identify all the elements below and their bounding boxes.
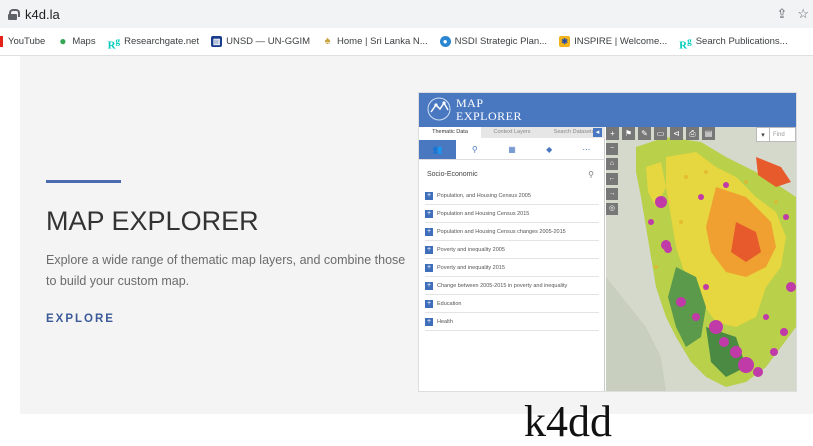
bookmark-researchgate[interactable]: Rg Researchgate.net bbox=[107, 36, 200, 52]
forward-icon[interactable]: → bbox=[606, 188, 618, 200]
home-icon: ♠ bbox=[324, 35, 331, 47]
draw-icon[interactable]: ✎ bbox=[638, 127, 651, 140]
maps-icon: ● bbox=[59, 34, 67, 48]
plus-icon: + bbox=[425, 317, 433, 326]
hero-description: Explore a wide range of thematic map lay… bbox=[46, 253, 406, 288]
category-icon-row: 👥 ⚲ ▦ ◆ ⋯ bbox=[419, 140, 605, 160]
share-map-icon[interactable]: ⊲ bbox=[670, 127, 683, 140]
list-item[interactable]: + Population and Housing Census changes 2… bbox=[425, 223, 599, 241]
plus-icon: + bbox=[425, 191, 433, 200]
list-item[interactable]: + Health bbox=[425, 313, 599, 331]
plus-icon: + bbox=[425, 245, 433, 254]
zoom-in-icon[interactable]: + bbox=[606, 127, 619, 140]
export-icon[interactable]: ▤ bbox=[702, 127, 715, 140]
hero-section: MAP EXPLORER Explore a wide range of the… bbox=[20, 56, 813, 414]
map-app-header: MAP EXPLORER bbox=[419, 93, 796, 127]
map-explorer-preview[interactable]: MAP EXPLORER Thematic Data Context Layer… bbox=[419, 93, 796, 391]
layer-label: Population, and Housing Census 2005 bbox=[437, 192, 531, 199]
map-logo-icon bbox=[427, 97, 451, 121]
list-item[interactable]: + Population, and Housing Census 2005 bbox=[425, 187, 599, 205]
bookmark-label: Home | Sri Lanka N... bbox=[337, 36, 428, 47]
list-item[interactable]: + Population and Housing Census 2015 bbox=[425, 205, 599, 223]
back-icon[interactable]: ← bbox=[606, 173, 618, 185]
bookmark-maps[interactable]: ● Maps bbox=[57, 34, 96, 48]
panel-collapse-icon[interactable]: ◂ bbox=[593, 128, 602, 137]
home-extent-icon[interactable]: ⌂ bbox=[606, 158, 618, 170]
bookmark-nsdi[interactable]: ● NSDI Strategic Plan... bbox=[439, 36, 548, 47]
layer-label: Health bbox=[437, 318, 453, 325]
lock-icon bbox=[8, 8, 20, 20]
page-title: MAP EXPLORER bbox=[46, 206, 259, 236]
plus-icon: + bbox=[425, 281, 433, 290]
accent-bar bbox=[46, 180, 121, 183]
measure-icon[interactable]: ▭ bbox=[654, 127, 667, 140]
bookmark-search-publications[interactable]: Rg Search Publications... bbox=[679, 36, 788, 52]
pin-icon[interactable]: ⚑ bbox=[622, 127, 635, 140]
map-side-tools: − ⌂ ← → ◎ bbox=[606, 143, 618, 215]
layer-label: Education bbox=[437, 300, 462, 307]
choropleth-map bbox=[606, 127, 796, 391]
building-icon[interactable]: ▦ bbox=[493, 140, 530, 159]
explore-link[interactable]: EXPLORE bbox=[46, 313, 115, 325]
plus-icon: + bbox=[425, 227, 433, 236]
bookmark-label: INSPIRE | Welcome... bbox=[574, 36, 668, 47]
panel-tabs: Thematic Data Context Layers Search Data… bbox=[419, 127, 605, 138]
bookmark-home-sri-lanka[interactable]: ♠ Home | Sri Lanka N... bbox=[322, 35, 428, 48]
bookmarks-bar: YouTube ● Maps Rg Researchgate.net ▥ UNS… bbox=[0, 28, 813, 56]
researchgate-icon: Rg bbox=[107, 36, 121, 52]
zoom-out-icon[interactable]: − bbox=[606, 143, 618, 155]
map-app-title-line2: EXPLORER bbox=[456, 109, 523, 123]
share-icon[interactable]: ⇪ bbox=[776, 6, 787, 22]
layers-panel: Thematic Data Context Layers Search Data… bbox=[419, 127, 605, 391]
bookmark-youtube[interactable]: YouTube bbox=[0, 36, 45, 47]
inspire-icon: ✱ bbox=[559, 36, 571, 47]
people-icon[interactable]: 👥 bbox=[419, 140, 457, 159]
bookmark-label: Researchgate.net bbox=[124, 36, 200, 47]
layer-label: Population and Housing Census 2015 bbox=[437, 210, 530, 217]
more-icon[interactable]: ⋯ bbox=[568, 140, 605, 159]
binoculars-icon[interactable]: ⚲ bbox=[456, 140, 493, 159]
plus-icon: + bbox=[425, 263, 433, 272]
bookmark-label: Search Publications... bbox=[695, 36, 788, 47]
list-item[interactable]: + Education bbox=[425, 295, 599, 313]
tab-thematic-data[interactable]: Thematic Data bbox=[419, 127, 481, 138]
youtube-icon bbox=[0, 36, 3, 47]
layer-label: Population and Housing Census changes 20… bbox=[437, 228, 566, 235]
bookmark-inspire[interactable]: ✱ INSPIRE | Welcome... bbox=[559, 36, 667, 47]
locate-icon[interactable]: ◎ bbox=[606, 203, 618, 215]
bookmark-label: Maps bbox=[72, 36, 96, 47]
url-text[interactable]: k4d.la bbox=[25, 7, 60, 22]
star-icon[interactable]: ☆ bbox=[797, 6, 809, 22]
layer-list: + Population, and Housing Census 2005 + Po… bbox=[425, 187, 599, 331]
list-item[interactable]: + Poverty and inequality 2015 bbox=[425, 259, 599, 277]
plus-icon: + bbox=[425, 299, 433, 308]
find-input[interactable]: Find bbox=[770, 127, 796, 142]
map-toolbar: + ⚑ ✎ ▭ ⊲ ⎙ ▤ bbox=[606, 127, 715, 140]
bookmark-unsd[interactable]: ▥ UNSD — UN-GGIM bbox=[211, 36, 310, 47]
section-title: Socio-Economic bbox=[427, 171, 478, 178]
leaf-icon[interactable]: ◆ bbox=[531, 140, 568, 159]
list-item[interactable]: + Poverty and inequality 2005 bbox=[425, 241, 599, 259]
print-icon[interactable]: ⎙ bbox=[686, 127, 699, 140]
bookmark-label: NSDI Strategic Plan... bbox=[454, 36, 548, 47]
nsdi-icon: ● bbox=[439, 36, 451, 47]
address-bar[interactable]: k4d.la ⇪ ☆ bbox=[0, 0, 813, 28]
partial-logo-text: k4dd bbox=[524, 397, 612, 446]
unsd-icon: ▥ bbox=[211, 36, 223, 47]
map-search: ▾ Find bbox=[756, 127, 796, 142]
list-item[interactable]: + Change between 2005-2015 in poverty and… bbox=[425, 277, 599, 295]
layer-label: Poverty and inequality 2015 bbox=[437, 264, 505, 271]
map-canvas[interactable]: + ⚑ ✎ ▭ ⊲ ⎙ ▤ ▾ Find − ⌂ ← → ◎ bbox=[606, 127, 796, 391]
search-icon[interactable]: ⚲ bbox=[588, 170, 594, 179]
bookmark-label: YouTube bbox=[8, 36, 46, 47]
layer-label: Change between 2005-2015 in poverty and … bbox=[437, 282, 568, 289]
chevron-down-icon[interactable]: ▾ bbox=[756, 127, 770, 142]
address-bar-actions: ⇪ ☆ bbox=[776, 6, 809, 22]
bookmark-label: UNSD — UN-GGIM bbox=[226, 36, 311, 47]
layer-label: Poverty and inequality 2005 bbox=[437, 246, 505, 253]
tab-context-layers[interactable]: Context Layers bbox=[481, 127, 543, 138]
plus-icon: + bbox=[425, 209, 433, 218]
researchgate-icon: Rg bbox=[679, 36, 692, 52]
